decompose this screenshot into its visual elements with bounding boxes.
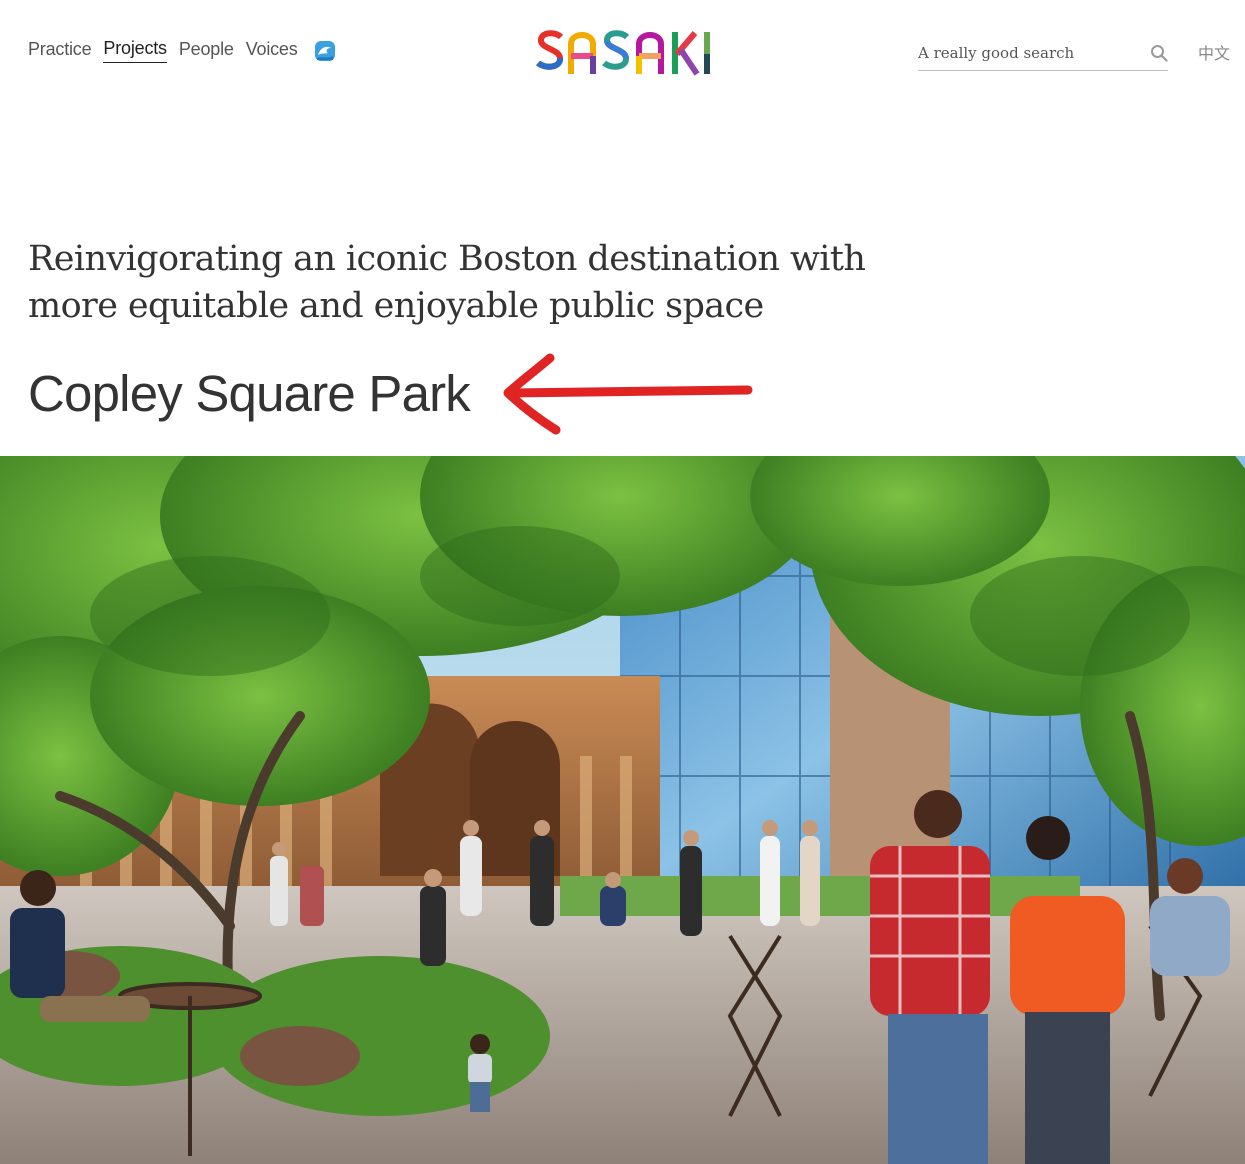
language-toggle[interactable]: 中文 bbox=[1198, 40, 1230, 64]
nav-item-projects[interactable]: Projects bbox=[103, 38, 167, 63]
nav-item-practice[interactable]: Practice bbox=[28, 39, 92, 63]
hero-image bbox=[0, 456, 1245, 1164]
sasaki-logo[interactable] bbox=[535, 28, 711, 78]
nav-item-people[interactable]: People bbox=[179, 39, 234, 63]
project-tagline: Reinvigorating an iconic Boston destinat… bbox=[28, 239, 866, 326]
project-title: Copley Square Park bbox=[28, 365, 471, 422]
main-nav: Practice Projects People Voices bbox=[28, 38, 336, 63]
search-bar bbox=[918, 36, 1168, 71]
search-icon[interactable] bbox=[1150, 44, 1168, 62]
site-header: Practice Projects People Voices A really… bbox=[0, 0, 1245, 100]
annotation-arrow-icon bbox=[496, 348, 762, 442]
search-input[interactable] bbox=[918, 44, 1138, 62]
wave-icon[interactable] bbox=[314, 40, 336, 62]
nav-item-voices[interactable]: Voices bbox=[246, 39, 298, 63]
